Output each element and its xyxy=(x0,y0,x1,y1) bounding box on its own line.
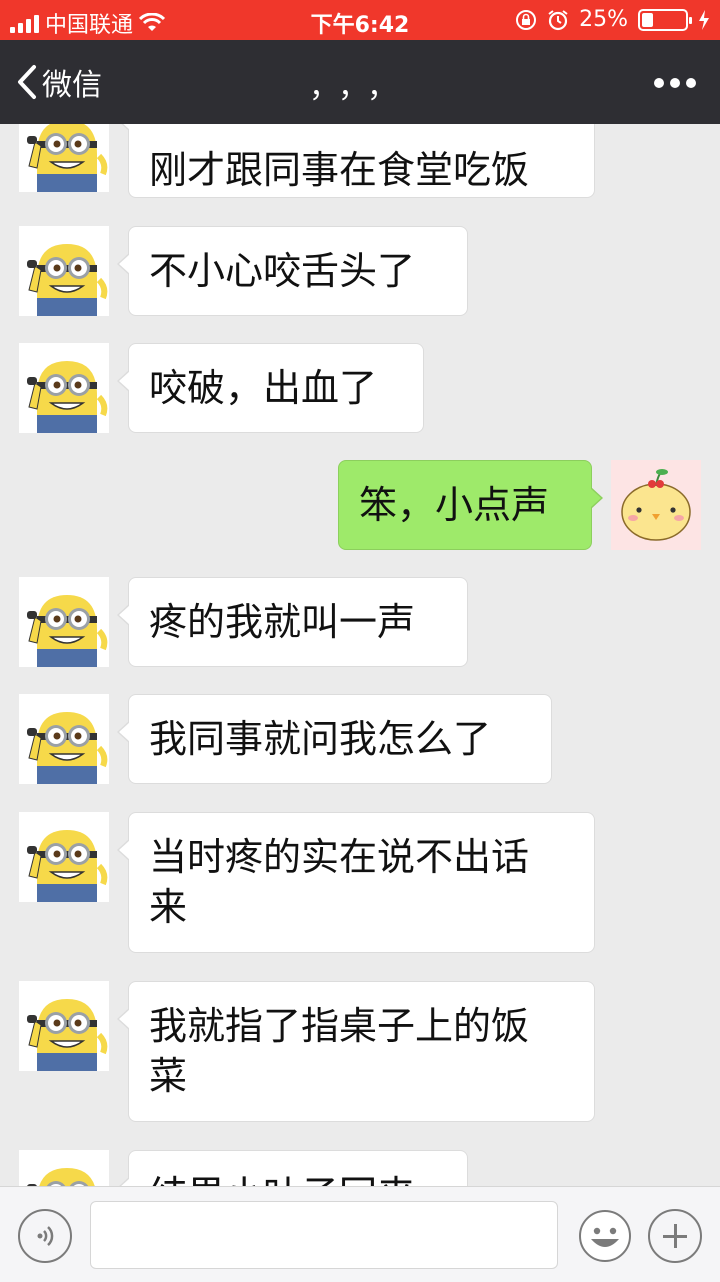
minion-avatar[interactable] xyxy=(19,694,109,784)
minion-avatar[interactable] xyxy=(19,812,109,902)
status-bar: 中国联通 下午6:42 25% xyxy=(0,0,720,40)
message-row: 刚才跟同事在食堂吃饭 xyxy=(0,124,720,198)
chat-title: ，，， xyxy=(309,70,411,105)
sent-message-bubble[interactable]: 笨，小点声 xyxy=(338,460,603,550)
message-row: 疼的我就叫一声 xyxy=(0,577,720,667)
received-message-bubble[interactable]: 结果小叶子回来 xyxy=(117,1150,468,1186)
charging-icon xyxy=(699,9,709,30)
alarm-icon xyxy=(548,9,568,30)
chick-avatar[interactable] xyxy=(611,460,701,550)
message-list[interactable]: 刚才跟同事在食堂吃饭 不小心咬舌头了 咬破，出血了 笨，小点声 疼的我就叫一声 … xyxy=(0,124,720,1186)
message-row: 咬破，出血了 xyxy=(0,343,720,433)
message-row: 我同事就问我怎么了 xyxy=(0,694,720,784)
message-row: 笨，小点声 xyxy=(0,460,720,550)
received-message-bubble[interactable]: 咬破，出血了 xyxy=(117,343,424,433)
received-message-bubble[interactable]: 我同事就问我怎么了 xyxy=(117,694,552,784)
voice-icon[interactable] xyxy=(18,1209,72,1263)
more-icon[interactable] xyxy=(654,78,696,88)
plus-icon[interactable] xyxy=(648,1209,702,1263)
received-message-bubble[interactable]: 当时疼的实在说不出话 来 xyxy=(117,812,595,953)
minion-avatar[interactable] xyxy=(19,343,109,433)
chat-header: 微信 ，，， xyxy=(0,40,720,124)
received-message-bubble[interactable]: 不小心咬舌头了 xyxy=(117,226,468,316)
received-message-bubble[interactable]: 疼的我就叫一声 xyxy=(117,577,468,667)
minion-avatar[interactable] xyxy=(19,577,109,667)
emoji-icon[interactable] xyxy=(578,1209,632,1263)
message-row: 我就指了指桌子上的饭 菜 xyxy=(0,981,720,1122)
message-row: 结果小叶子回来 xyxy=(0,1150,720,1186)
rotation-lock-icon xyxy=(516,9,537,30)
minion-avatar[interactable] xyxy=(19,1150,109,1186)
minion-avatar[interactable] xyxy=(19,124,109,192)
input-bar xyxy=(0,1186,720,1282)
battery-icon xyxy=(638,8,692,31)
message-input[interactable] xyxy=(90,1201,558,1269)
minion-avatar[interactable] xyxy=(19,226,109,316)
received-message-bubble[interactable]: 刚才跟同事在食堂吃饭 xyxy=(117,124,595,198)
minion-avatar[interactable] xyxy=(19,981,109,1071)
message-row: 当时疼的实在说不出话 来 xyxy=(0,812,720,953)
message-row: 不小心咬舌头了 xyxy=(0,226,720,316)
received-message-bubble[interactable]: 我就指了指桌子上的饭 菜 xyxy=(117,981,595,1122)
battery-percent: 25% xyxy=(579,7,628,32)
